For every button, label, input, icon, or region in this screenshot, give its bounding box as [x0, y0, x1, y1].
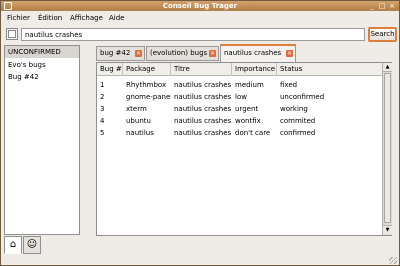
cell-titre: nautilus crashes [174, 129, 232, 137]
scroll-up-icon[interactable]: ▲ [383, 63, 392, 72]
table-row[interactable]: 3 xterm nautilus crashes urgent working [97, 103, 382, 115]
people-tab[interactable]: ☺ [23, 236, 41, 254]
search-bar: Search [1, 25, 399, 45]
cell-status: working [280, 105, 308, 113]
menu-fichier[interactable]: Fichier [7, 14, 30, 22]
cell-package: gnome-panel [126, 93, 171, 101]
home-icon: ⌂ [9, 239, 17, 250]
search-button[interactable]: Search [368, 27, 397, 42]
cell-titre: nautilus crashes [174, 93, 232, 101]
title-bar[interactable]: Conseil Bug Trager _ □ × [1, 1, 399, 11]
cell-package: xterm [126, 105, 147, 113]
cell-status: fixed [280, 81, 298, 89]
table-row[interactable]: 1 Rhythmbox nautilus crashes medium fixe… [97, 79, 382, 91]
cell-status: commited [280, 117, 316, 125]
column-header-importance[interactable]: Importance [232, 63, 277, 76]
cell-titre: nautilus crashes [174, 117, 232, 125]
cell-bug-number: 4 [100, 117, 105, 125]
status-bar [1, 256, 399, 265]
tab-label: bug #42 [100, 49, 131, 57]
cell-bug-number: 3 [100, 105, 105, 113]
menu-aide[interactable]: Aide [109, 14, 124, 22]
app-window: Conseil Bug Trager _ □ × Fichier Édition… [0, 0, 400, 266]
scroll-down-icon[interactable]: ▼ [383, 225, 392, 234]
people-icon: ☺ [26, 239, 38, 250]
tab-nautilus-crashes[interactable]: nautilus crashes × [220, 44, 296, 62]
table-row[interactable]: 2 gnome-panel nautilus crashes low uncon… [97, 91, 382, 103]
window-title: Conseil Bug Trager [162, 2, 238, 10]
maximize-icon[interactable]: □ [378, 2, 386, 10]
close-window-icon[interactable]: × [388, 2, 396, 10]
bug-table: Bug # Package Titre Importance Status 1 … [96, 62, 392, 236]
close-tab-icon[interactable]: × [209, 50, 216, 57]
cell-importance: low [235, 93, 247, 101]
scroll-thumb[interactable] [384, 73, 391, 223]
cell-importance: wontfix [235, 117, 261, 125]
close-tab-icon[interactable]: × [135, 50, 142, 57]
search-input[interactable] [21, 28, 365, 41]
minimize-icon[interactable]: _ [368, 2, 376, 10]
column-header-titre[interactable]: Titre [171, 63, 232, 76]
list-item-evos-bugs[interactable]: Evo's bugs [5, 59, 79, 71]
cell-status: confirmed [280, 129, 316, 137]
resize-grip-icon[interactable] [389, 257, 397, 264]
cell-status: unconfirmed [280, 93, 325, 101]
table-header: Bug # Package Titre Importance Status [97, 63, 382, 76]
saved-searches-list: UNCONFIRMED Evo's bugs Bug #42 [4, 45, 80, 235]
menu-affichage[interactable]: Affichage [70, 14, 103, 22]
tab-bug-42[interactable]: bug #42 × [96, 46, 145, 61]
cell-package: nautilus [126, 129, 154, 137]
tab-label: (evolution) bugs [150, 49, 208, 57]
table-row[interactable]: 4 ubuntu nautilus crashes wontfix commit… [97, 115, 382, 127]
home-tab[interactable]: ⌂ [4, 236, 22, 254]
close-tab-icon[interactable]: × [286, 50, 293, 57]
tab-label: nautilus crashes [224, 49, 282, 57]
cell-importance: medium [235, 81, 264, 89]
cell-importance: urgent [235, 105, 259, 113]
cell-bug-number: 1 [100, 81, 105, 89]
column-header-bug-number[interactable]: Bug # [97, 63, 123, 76]
table-row[interactable]: 5 nautilus nautilus crashes don't care c… [97, 127, 382, 139]
cell-titre: nautilus crashes [174, 105, 232, 113]
cell-importance: don't care [235, 129, 271, 137]
menu-edition[interactable]: Édition [38, 14, 62, 22]
result-tabs: bug #42 × (evolution) bugs × nautilus cr… [96, 44, 396, 62]
menu-bar: Fichier Édition Affichage Aide [1, 11, 399, 25]
sidebar-tabs: ⌂ ☺ [4, 236, 44, 254]
list-item-bug-42[interactable]: Bug #42 [5, 71, 79, 83]
cell-bug-number: 2 [100, 93, 105, 101]
list-item-unconfirmed[interactable]: UNCONFIRMED [5, 46, 79, 58]
new-query-icon[interactable] [6, 28, 18, 40]
cell-titre: nautilus crashes [174, 81, 232, 89]
tab-evolution-bugs[interactable]: (evolution) bugs × [146, 46, 219, 61]
vertical-scrollbar[interactable]: ▲ ▼ [382, 63, 392, 235]
cell-bug-number: 5 [100, 129, 105, 137]
column-header-package[interactable]: Package [123, 63, 171, 76]
cell-package: ubuntu [126, 117, 151, 125]
cell-package: Rhythmbox [126, 81, 167, 89]
column-header-status[interactable]: Status [277, 63, 382, 76]
